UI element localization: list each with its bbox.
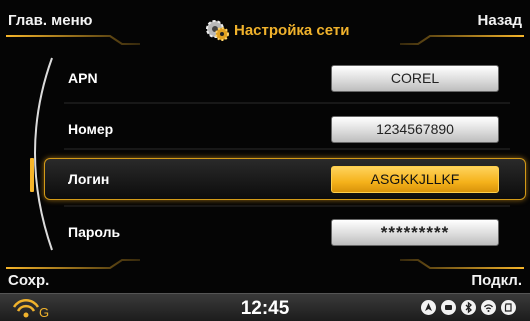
setting-row-apn[interactable]: APN COREL (0, 62, 530, 94)
page-title-group: Настройка сети (204, 17, 349, 43)
number-field[interactable]: 1234567890 (331, 116, 499, 143)
setting-row-password[interactable]: Пароль ********* (0, 216, 530, 248)
back-button[interactable]: Назад (478, 12, 522, 29)
password-field[interactable]: ********* (331, 219, 499, 246)
setting-label-apn: APN (68, 70, 98, 86)
gear-icon (206, 20, 229, 41)
wifi-icon (481, 300, 496, 315)
setting-label-login: Логин (68, 171, 110, 187)
network-settings-screen: Глав. меню Назад Настройка сети APN CORE… (0, 0, 530, 321)
login-field[interactable]: ASGKKJLLKF (331, 166, 499, 193)
page-title: Настройка сети (234, 21, 350, 39)
setting-label-number: Номер (68, 121, 114, 137)
connect-button[interactable]: Подкл. (471, 272, 522, 289)
setting-row-number[interactable]: Номер 1234567890 (0, 113, 530, 145)
main-menu-button[interactable]: Глав. меню (8, 12, 93, 29)
sd-card-icon (501, 300, 516, 315)
status-icons (421, 300, 516, 315)
apn-field[interactable]: COREL (331, 65, 499, 92)
message-icon (441, 300, 456, 315)
save-button[interactable]: Сохр. (8, 272, 49, 289)
bluetooth-icon (461, 300, 476, 315)
status-bar: G 12:45 (0, 293, 530, 321)
setting-row-login[interactable]: Логин ASGKKJLLKF (0, 158, 530, 200)
navigation-icon (421, 300, 436, 315)
setting-label-password: Пароль (68, 224, 121, 240)
